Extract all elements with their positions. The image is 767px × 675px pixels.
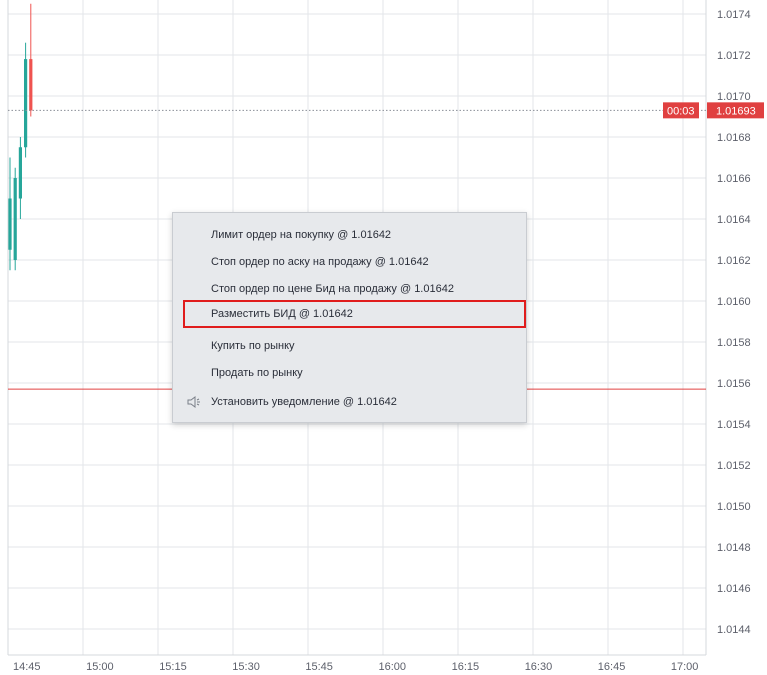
price-tick-label: 1.0156 [717, 378, 751, 390]
time-axis: 14:45 15:00 15:15 15:30 15:45 16:00 16:15 16:30… [13, 661, 698, 673]
menu-item-buy-market[interactable]: Купить по рынку [173, 334, 526, 358]
context-menu: Лимит ордер на покупку @ 1.01642 Стоп ор… [172, 212, 527, 423]
time-tick-label: 16:15 [452, 661, 480, 673]
menu-item-sell-stop-bid[interactable]: Стоп ордер по цене Бид на продажу @ 1.01… [173, 277, 526, 301]
time-tick-label: 16:30 [525, 661, 553, 673]
candle-body [18, 147, 22, 199]
time-tick-label: 16:00 [379, 661, 407, 673]
time-tick-label: 15:30 [232, 661, 260, 673]
price-tick-label: 1.0170 [717, 91, 751, 103]
candle-body [24, 59, 28, 148]
menu-item-set-alert-label: Установить уведомление @ 1.01642 [211, 396, 397, 408]
time-tick-label: 15:15 [159, 661, 187, 673]
price-tick-label: 1.0168 [717, 132, 751, 144]
current-price-badge-label: 1.01693 [716, 105, 756, 117]
price-tick-label: 1.0148 [717, 542, 751, 554]
price-tick-label: 1.0166 [717, 173, 751, 185]
price-tick-label: 1.0144 [717, 624, 751, 636]
time-tick-label: 17:00 [671, 661, 699, 673]
price-tick-label: 1.0158 [717, 337, 751, 349]
candle-body [8, 198, 12, 250]
price-tick-label: 1.0154 [717, 419, 751, 431]
menu-item-sell-stop-ask[interactable]: Стоп ордер по аску на продажу @ 1.01642 [173, 250, 526, 274]
time-tick-label: 15:00 [86, 661, 114, 673]
time-tick-label: 15:45 [305, 661, 333, 673]
menu-item-buy-limit[interactable]: Лимит ордер на покупку @ 1.01642 [173, 223, 526, 247]
price-tick-label: 1.0150 [717, 501, 751, 513]
price-badges: 1.01693 00:03 [663, 102, 764, 119]
price-tick-label: 1.0160 [717, 296, 751, 308]
price-tick-label: 1.0152 [717, 460, 751, 472]
menu-item-sell-market[interactable]: Продать по рынку [173, 361, 526, 385]
timer-badge-label: 00:03 [667, 105, 695, 117]
time-tick-label: 16:45 [598, 661, 626, 673]
price-tick-label: 1.0174 [717, 9, 751, 21]
price-tick-label: 1.0146 [717, 583, 751, 595]
price-tick-label: 1.0172 [717, 50, 751, 62]
candle-body [29, 59, 33, 111]
menu-item-set-alert[interactable]: Установить уведомление @ 1.01642 [173, 390, 526, 414]
time-tick-label: 14:45 [13, 661, 41, 673]
price-tick-label: 1.0164 [717, 214, 751, 226]
price-tick-label: 1.0162 [717, 255, 751, 267]
speaker-icon [187, 396, 200, 408]
candle-body [13, 178, 17, 260]
menu-item-place-bid[interactable]: Разместить БИД @ 1.01642 [183, 300, 526, 328]
